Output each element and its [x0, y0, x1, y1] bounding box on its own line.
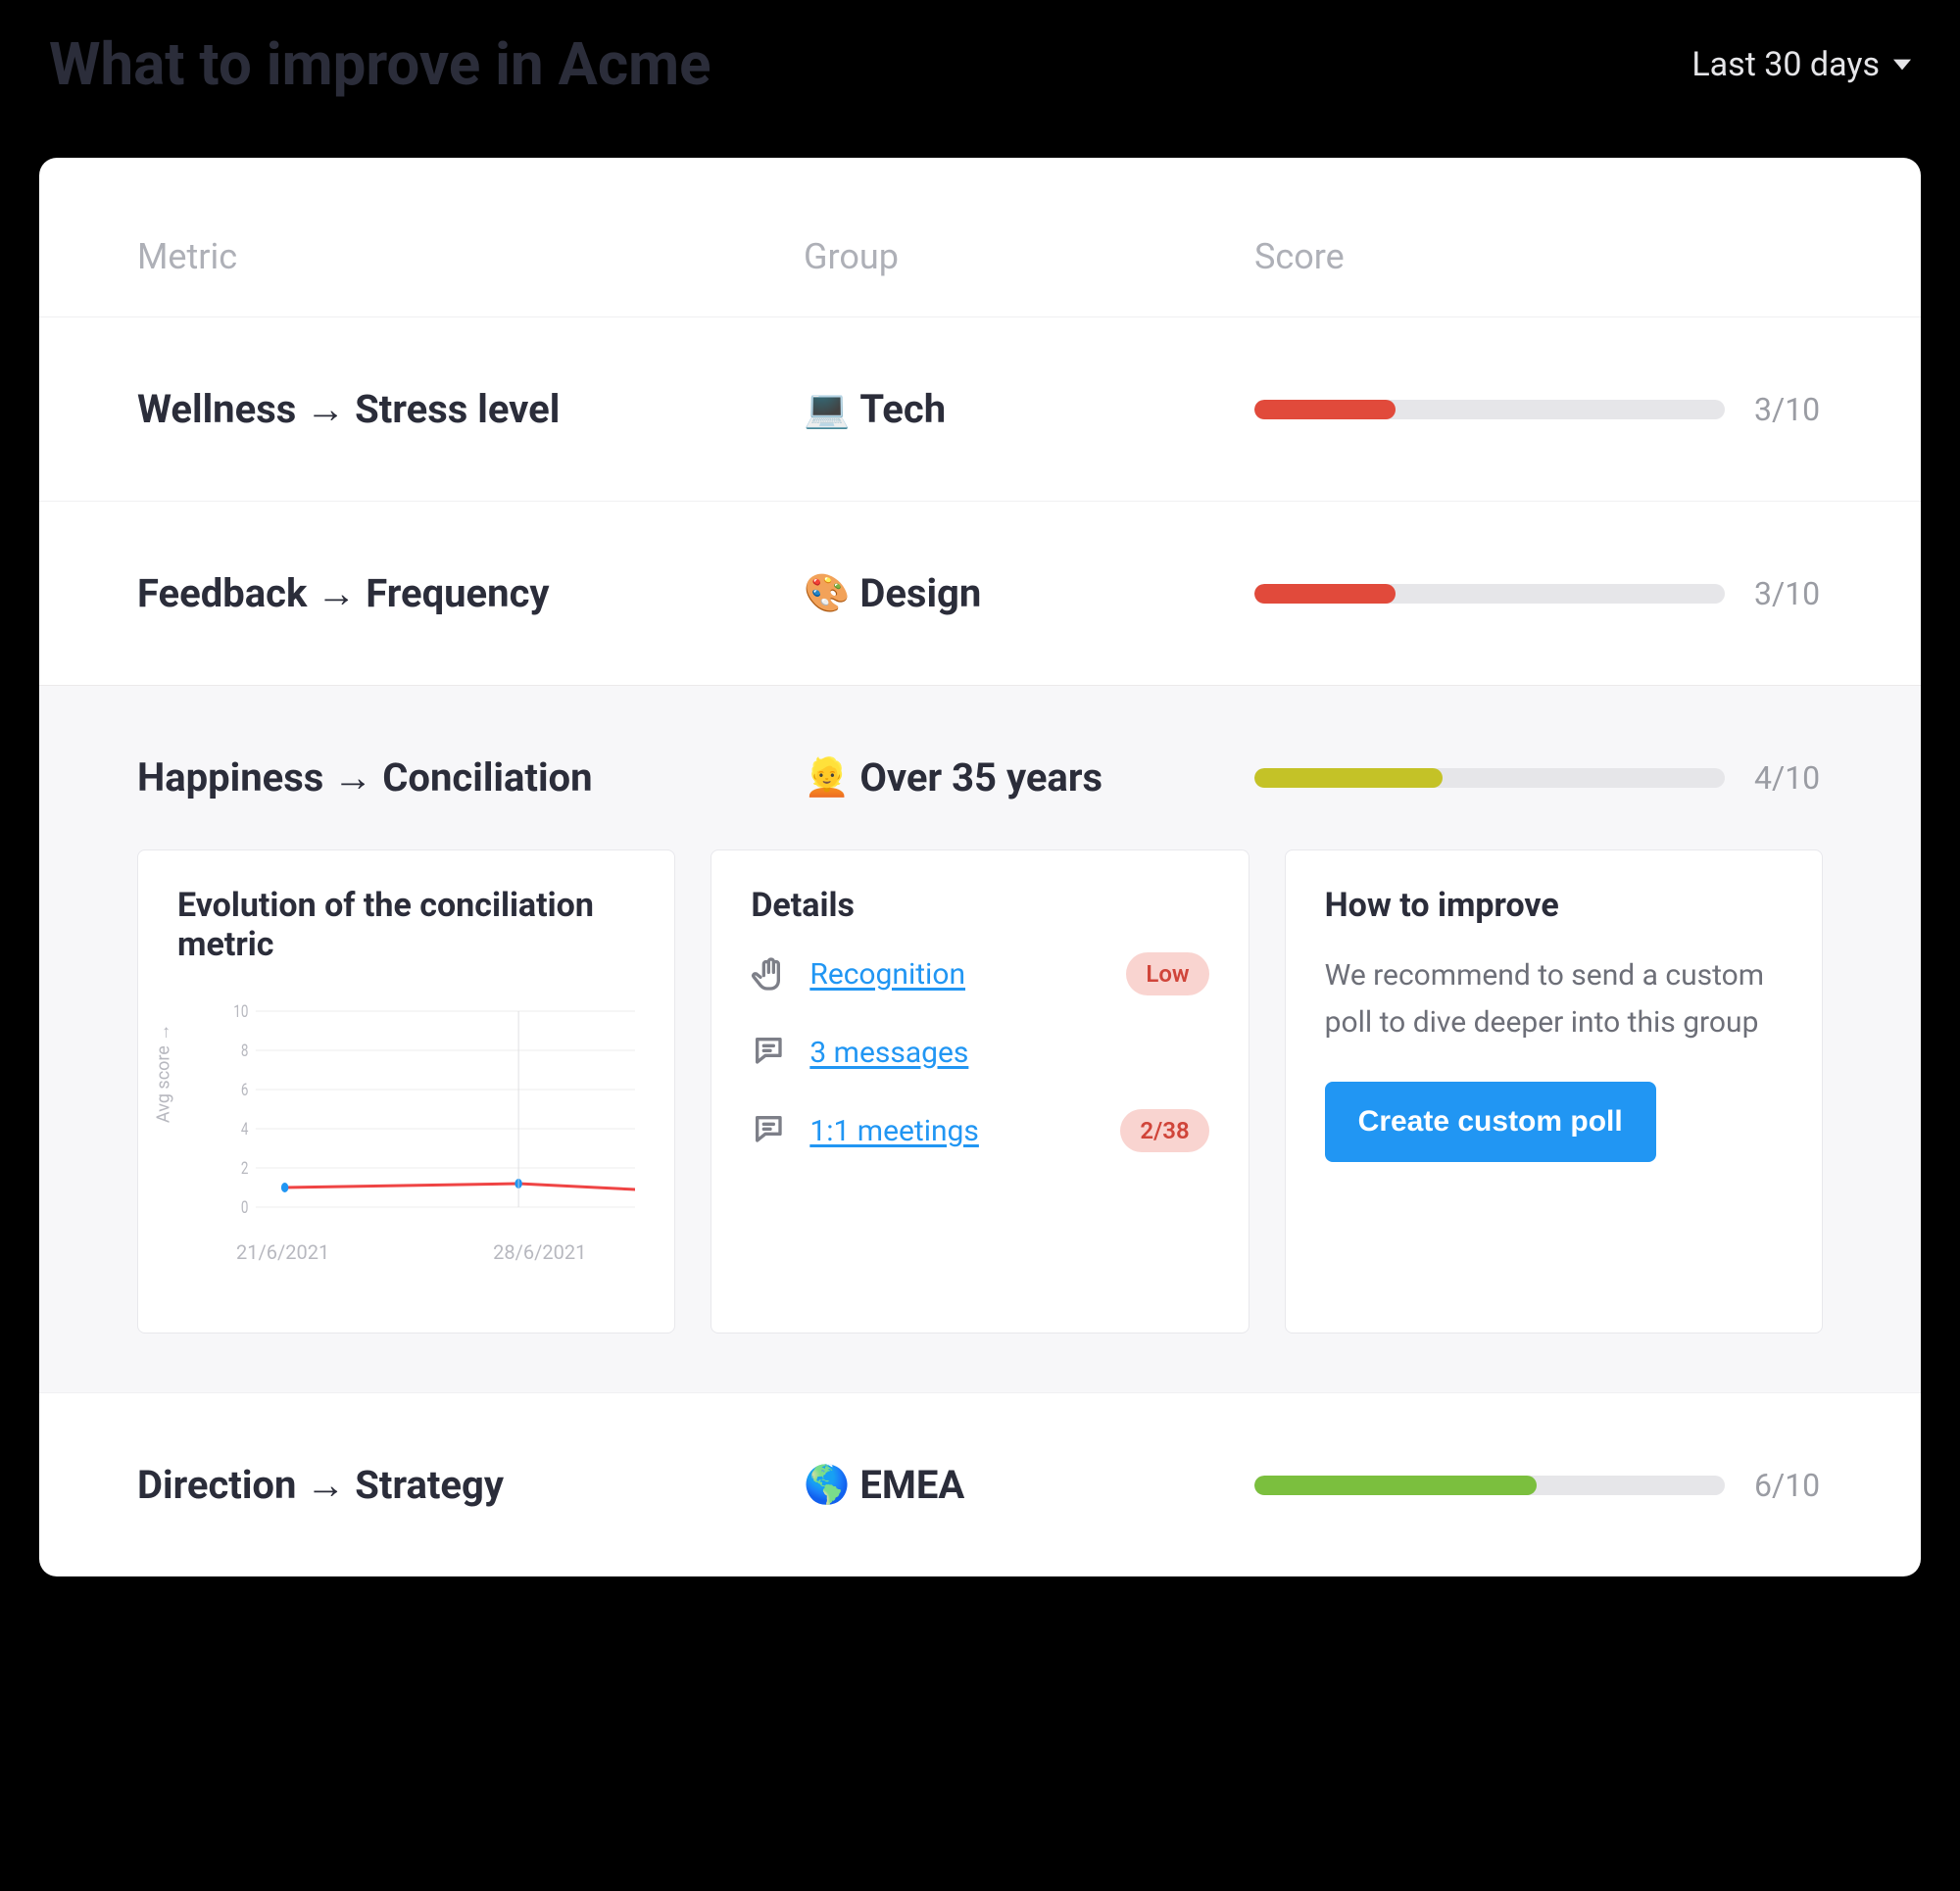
palette-icon: 🎨 — [804, 572, 850, 615]
metric-label: Wellness → Stress level — [137, 386, 804, 432]
score-cell: 6/10 — [1254, 1467, 1823, 1504]
metric-label: Feedback → Frequency — [137, 570, 804, 616]
col-group: Group — [804, 236, 1254, 277]
hand-icon — [751, 954, 790, 994]
expanded-body: Evolution of the conciliation metric Avg… — [137, 800, 1823, 1392]
group-label: 🌎 EMEA — [804, 1462, 1254, 1508]
group-label: 💻 Tech — [804, 386, 1254, 432]
chat-icon — [751, 1033, 790, 1072]
table-row[interactable]: Direction → Strategy 🌎 EMEA 6/10 — [39, 1392, 1921, 1576]
table-row[interactable]: Feedback → Frequency 🎨 Design 3/10 — [39, 501, 1921, 685]
detail-row: 1:1 meetings 2/38 — [751, 1109, 1208, 1152]
score-text: 3/10 — [1754, 575, 1820, 612]
svg-text:2: 2 — [241, 1157, 249, 1179]
chat-icon — [751, 1111, 790, 1150]
y-axis-label: Avg score → — [154, 1024, 174, 1123]
metrics-card: Metric Group Score Wellness → Stress lev… — [39, 158, 1921, 1576]
improve-text: We recommend to send a custom poll to di… — [1325, 952, 1783, 1046]
table-header: Metric Group Score — [39, 158, 1921, 316]
period-label: Last 30 days — [1691, 45, 1880, 84]
chevron-down-icon — [1893, 56, 1911, 73]
svg-text:0: 0 — [241, 1196, 249, 1218]
score-cell: 4/10 — [1254, 759, 1823, 797]
status-badge: Low — [1126, 952, 1208, 995]
x-tick: 21/6/2021 — [236, 1240, 329, 1264]
score-text: 4/10 — [1754, 759, 1820, 797]
col-score: Score — [1254, 236, 1823, 277]
col-metric: Metric — [137, 236, 804, 277]
svg-text:4: 4 — [241, 1118, 249, 1139]
detail-row: Recognition Low — [751, 952, 1208, 995]
detail-link-meetings[interactable]: 1:1 meetings — [809, 1114, 1101, 1148]
metric-label: Direction → Strategy — [137, 1462, 804, 1508]
detail-row: 3 messages — [751, 1033, 1208, 1072]
metric-label: Happiness → Conciliation — [137, 754, 804, 800]
score-bar — [1254, 400, 1725, 419]
svg-text:6: 6 — [241, 1079, 249, 1100]
svg-text:10: 10 — [233, 1000, 248, 1022]
chart-panel: Evolution of the conciliation metric Avg… — [137, 849, 675, 1333]
table-row[interactable]: Wellness → Stress level 💻 Tech 3/10 — [39, 316, 1921, 501]
chart: Avg score → 10 — [177, 992, 635, 1293]
page-header: What to improve in Acme Last 30 days — [39, 29, 1921, 99]
svg-text:8: 8 — [241, 1040, 249, 1061]
period-selector[interactable]: Last 30 days — [1691, 45, 1911, 84]
group-label: 🎨 Design — [804, 570, 1254, 616]
globe-icon: 🌎 — [804, 1464, 850, 1507]
score-bar — [1254, 1476, 1725, 1495]
group-label: 👱 Over 35 years — [804, 754, 1254, 800]
page-title: What to improve in Acme — [49, 29, 711, 99]
score-text: 3/10 — [1754, 391, 1820, 428]
create-custom-poll-button[interactable]: Create custom poll — [1325, 1082, 1656, 1162]
detail-link-messages[interactable]: 3 messages — [809, 1036, 1208, 1070]
person-icon: 👱 — [804, 756, 850, 800]
details-panel: Details Recognition Low 3 messag — [710, 849, 1249, 1333]
score-bar — [1254, 768, 1725, 788]
status-badge: 2/38 — [1120, 1109, 1208, 1152]
chart-title: Evolution of the conciliation metric — [177, 886, 635, 964]
improve-title: How to improve — [1325, 886, 1783, 925]
x-tick: 28/6/2021 — [493, 1240, 586, 1264]
score-text: 6/10 — [1754, 1467, 1820, 1504]
details-title: Details — [751, 886, 1208, 925]
score-cell: 3/10 — [1254, 575, 1823, 612]
improve-panel: How to improve We recommend to send a cu… — [1285, 849, 1823, 1333]
score-cell: 3/10 — [1254, 391, 1823, 428]
detail-link-recognition[interactable]: Recognition — [809, 957, 1106, 992]
score-bar — [1254, 584, 1725, 604]
laptop-icon: 💻 — [804, 388, 850, 431]
table-row-expanded[interactable]: Happiness → Conciliation 👱 Over 35 years… — [39, 685, 1921, 1392]
